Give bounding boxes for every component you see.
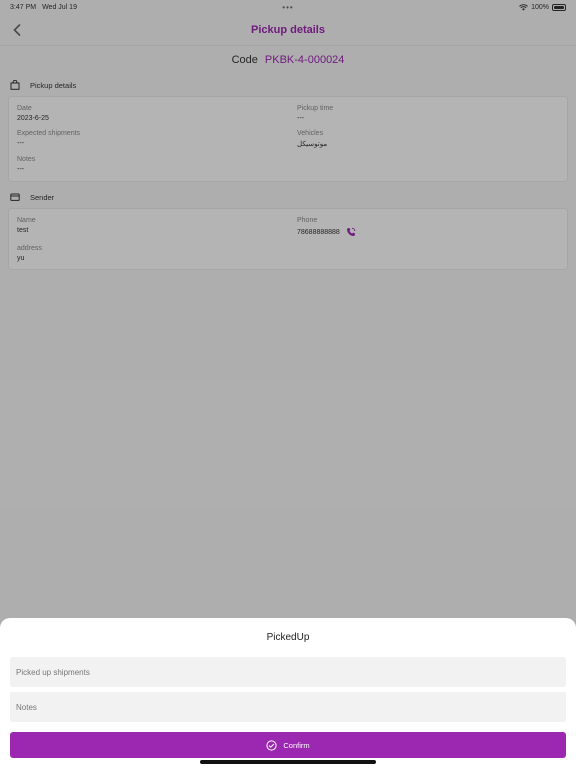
picked-up-shipments-input[interactable]	[10, 657, 566, 687]
check-circle-icon	[266, 739, 277, 751]
home-indicator	[200, 760, 376, 764]
confirm-label: Confirm	[283, 740, 310, 750]
picked-up-sheet: PickedUp Confirm	[0, 618, 576, 768]
confirm-button[interactable]: Confirm	[10, 732, 566, 758]
sheet-title: PickedUp	[266, 632, 310, 643]
notes-input[interactable]	[10, 692, 566, 722]
